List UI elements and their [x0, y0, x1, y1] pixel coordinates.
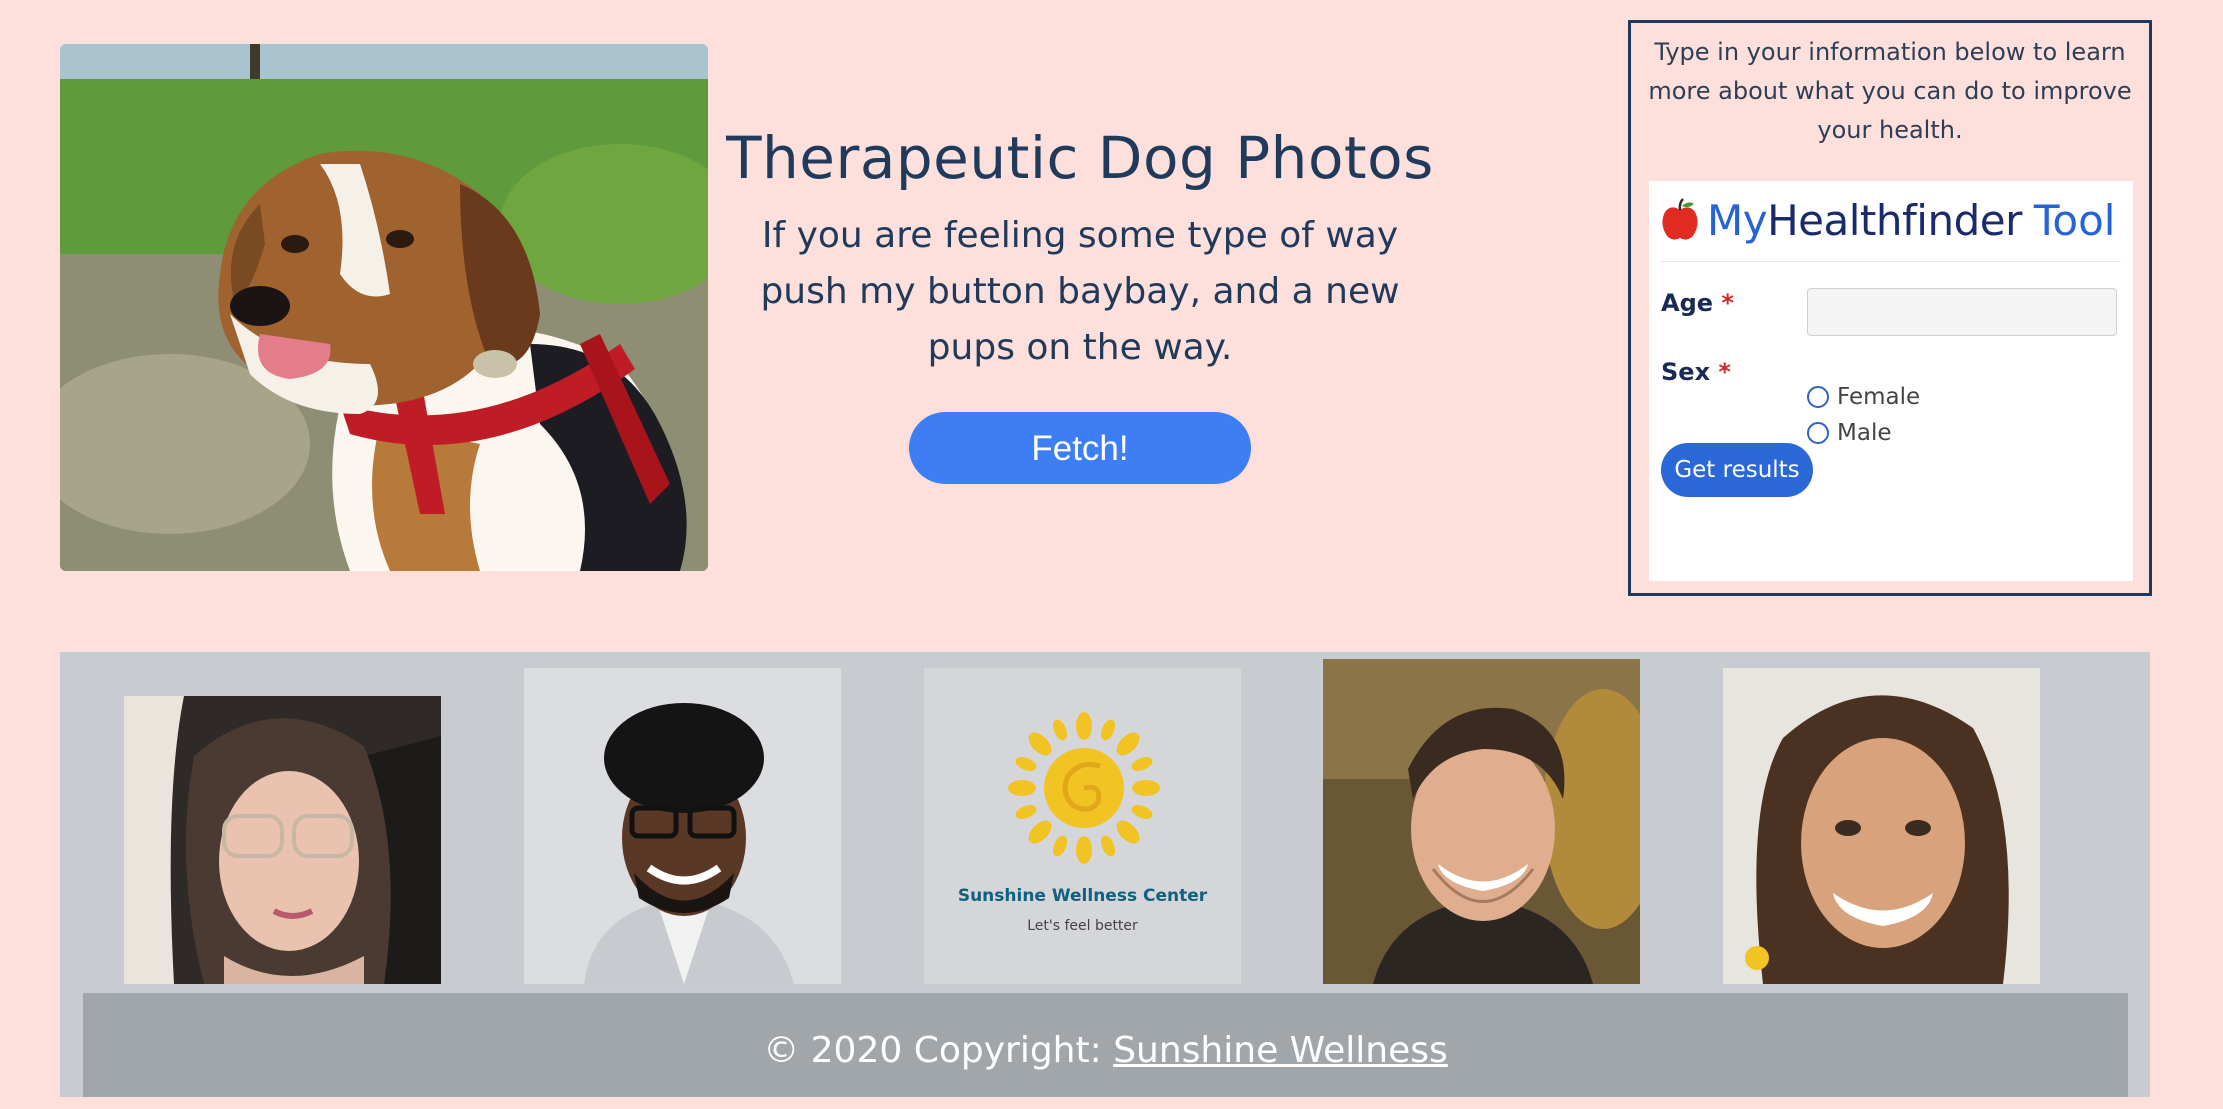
male-label: Male [1837, 420, 1892, 446]
hero-section: Therapeutic Dog Photos If you are feelin… [720, 118, 1440, 484]
logo-healthfinder: Healthfinder [1767, 195, 2022, 245]
healthfinder-panel: Type in your information below to learn … [1628, 20, 2152, 596]
radio-male[interactable] [1807, 422, 1829, 444]
healthfinder-widget: My Healthfinder Tool Age * Sex * Female … [1649, 181, 2133, 581]
logo-tagline: Let's feel better [1027, 918, 1138, 934]
hero-subtitle: If you are feeling some type of way push… [760, 215, 1400, 368]
footer-copyright: © 2020 Copyright: [763, 1030, 1114, 1071]
sex-option-male[interactable]: Male [1807, 420, 1891, 446]
sun-icon [924, 668, 1241, 984]
sex-option-female[interactable]: Female [1807, 384, 1920, 410]
team-photo-5 [1723, 668, 2040, 984]
healthfinder-logo: My Healthfinder Tool [1661, 195, 2116, 245]
divider [1661, 261, 2121, 262]
page-title: Therapeutic Dog Photos [726, 124, 1434, 192]
female-label: Female [1837, 384, 1921, 410]
sunshine-wellness-logo: Sunshine Wellness Center Let's feel bett… [924, 668, 1241, 984]
fetch-button[interactable]: Fetch! [909, 412, 1251, 484]
apple-icon [1662, 198, 1698, 240]
dog-photo [60, 44, 708, 571]
get-results-button[interactable]: Get results [1661, 443, 1813, 497]
age-input[interactable] [1807, 288, 2117, 336]
healthfinder-intro: Type in your information below to learn … [1648, 38, 2132, 144]
age-label: Age * [1661, 289, 1734, 317]
team-photo-1 [124, 696, 441, 984]
logo-my: My [1707, 195, 1768, 245]
logo-company-name: Sunshine Wellness Center [957, 886, 1208, 906]
footer-link[interactable]: Sunshine Wellness [1113, 1030, 1448, 1071]
radio-female[interactable] [1807, 386, 1829, 408]
footer: © 2020 Copyright: Sunshine Wellness [83, 993, 2128, 1097]
team-photo-4 [1323, 659, 1640, 984]
team-photo-2 [524, 668, 841, 984]
sun-badge-icon [1745, 946, 1769, 970]
logo-tool: Tool [2033, 195, 2116, 245]
sex-label: Sex * [1661, 358, 1731, 386]
